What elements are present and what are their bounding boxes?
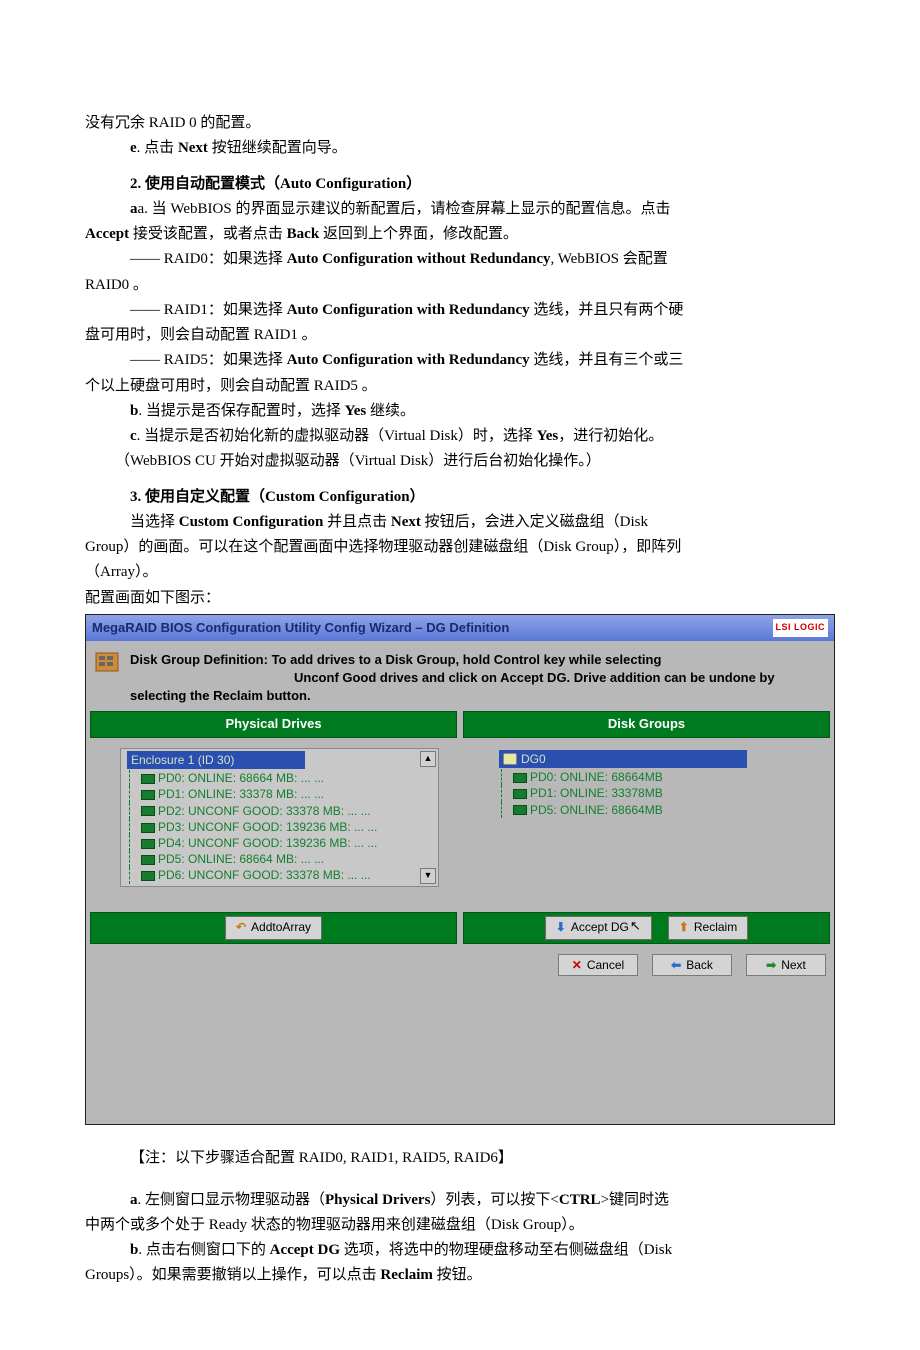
disk-icon: [513, 805, 527, 815]
phys-drive-item[interactable]: PD3: UNCONF GOOD: 139236 MB: ... ...: [127, 819, 436, 835]
body-text: b. 点击右侧窗口下的 Accept DG 选项，将选中的物理硬盘移动至右侧磁盘…: [85, 1239, 835, 1262]
panel-blank-area: [86, 984, 834, 1124]
reclaim-button[interactable]: ⬆ Reclaim: [668, 916, 748, 940]
body-text: RAID0 。: [85, 274, 835, 297]
body-text: Group）的画面。可以在这个配置画面中选择物理驱动器创建磁盘组（Disk Gr…: [85, 536, 835, 559]
disk-icon: [141, 871, 155, 881]
disk-icon: [141, 823, 155, 833]
accept-dg-button[interactable]: ⬇ Accept DG ↖: [545, 916, 652, 940]
phys-drive-item[interactable]: PD6: UNCONF GOOD: 33378 MB: ... ...: [127, 867, 436, 883]
heading-custom-config: 3. 使用自定义配置（Custom Configuration）: [85, 486, 835, 509]
window-title: MegaRAID BIOS Configuration Utility Conf…: [92, 618, 509, 638]
heading-auto-config: 2. 使用自动配置模式（Auto Configuration）: [85, 173, 835, 196]
body-text: Accept 接受该配置，或者点击 Back 返回到上个界面，修改配置。: [85, 223, 835, 246]
next-button[interactable]: ➡ Next: [746, 954, 826, 977]
body-text: 中两个或多个处于 Ready 状态的物理驱动器用来创建磁盘组（Disk Grou…: [85, 1214, 835, 1237]
phys-drive-item[interactable]: PD5: ONLINE: 68664 MB: ... ...: [127, 851, 436, 867]
body-text: 配置画面如下图示：: [85, 587, 835, 610]
arrow-down-icon: ⬇: [556, 918, 566, 937]
body-text: —— RAID5：如果选择 Auto Configuration with Re…: [85, 349, 835, 372]
body-text: a. 左侧窗口显示物理驱动器（Physical Drivers）列表，可以按下<…: [85, 1189, 835, 1212]
phys-drive-item[interactable]: PD1: ONLINE: 33378 MB: ... ...: [127, 786, 436, 802]
body-text: —— RAID1：如果选择 Auto Configuration with Re…: [85, 299, 835, 322]
body-text: e. 点击 Next 按钮继续配置向导。: [85, 137, 835, 160]
body-text: （WebBIOS CU 开始对虚拟驱动器（Virtual Disk）进行后台初始…: [85, 450, 835, 473]
disk-groups-header: Disk Groups: [463, 711, 830, 737]
body-text: 当选择 Custom Configuration 并且点击 Next 按钮后，会…: [85, 511, 835, 534]
dg-drive-item[interactable]: PD1: ONLINE: 33378MB: [499, 785, 810, 801]
body-text: Groups）。如果需要撤销以上操作，可以点击 Reclaim 按钮。: [85, 1264, 835, 1287]
scroll-up-button[interactable]: ▲: [420, 751, 436, 767]
physical-drives-tree[interactable]: ▲ Enclosure 1 (ID 30) PD0: ONLINE: 68664…: [120, 748, 439, 887]
disk-group-icon: [94, 651, 122, 675]
dg-root[interactable]: DG0: [499, 750, 747, 769]
body-text: aa. 当 WebBIOS 的界面显示建议的新配置后，请检查屏幕上显示的配置信息…: [85, 198, 835, 221]
body-text: 盘可用时，则会自动配置 RAID1 。: [85, 324, 835, 347]
arrow-up-icon: ⬆: [679, 918, 689, 937]
disk-icon: [141, 806, 155, 816]
body-text: c. 当提示是否初始化新的虚拟驱动器（Virtual Disk）时，选择 Yes…: [85, 425, 835, 448]
disk-icon: [141, 839, 155, 849]
phys-drive-item[interactable]: PD0: ONLINE: 68664 MB: ... ...: [127, 770, 436, 786]
dg-drive-item[interactable]: PD5: ONLINE: 68664MB: [499, 802, 810, 818]
disk-icon: [513, 789, 527, 799]
arrow-left-icon: ⬅: [671, 956, 681, 975]
body-text: b. 当提示是否保存配置时，选择 Yes 继续。: [85, 400, 835, 423]
disk-icon: [141, 790, 155, 800]
note-text: 【注：以下步骤适合配置 RAID0, RAID1, RAID5, RAID6】: [85, 1147, 835, 1170]
body-text: （Array）。: [85, 561, 835, 584]
disk-icon: [141, 774, 155, 784]
enclosure-root[interactable]: Enclosure 1 (ID 30): [127, 751, 305, 770]
physical-drives-header: Physical Drives: [90, 711, 457, 737]
add-to-array-button[interactable]: ↶ AddtoArray: [225, 916, 322, 940]
undo-icon: ↶: [236, 918, 246, 937]
body-text: 个以上硬盘可用时，则会自动配置 RAID5 。: [85, 375, 835, 398]
dg-folder-icon: [503, 753, 517, 765]
scroll-down-button[interactable]: ▼: [420, 868, 436, 884]
cancel-button[interactable]: ✕ Cancel: [558, 954, 638, 977]
body-text: 没有冗余 RAID 0 的配置。: [85, 112, 835, 135]
disk-icon: [141, 855, 155, 865]
arrow-right-icon: ➡: [766, 956, 776, 975]
phys-drive-item[interactable]: PD4: UNCONF GOOD: 139236 MB: ... ...: [127, 835, 436, 851]
disk-groups-tree[interactable]: DG0 PD0: ONLINE: 68664MB PD1: ONLINE: 33…: [493, 748, 812, 820]
close-icon: ✕: [572, 956, 582, 975]
dg-drive-item[interactable]: PD0: ONLINE: 68664MB: [499, 769, 810, 785]
definition-text: Disk Group Definition: To add drives to …: [130, 651, 826, 706]
lsi-logo: LSI LOGIC: [773, 619, 829, 637]
cursor-icon: ↖: [630, 916, 641, 936]
back-button[interactable]: ⬅ Back: [652, 954, 732, 977]
body-text: —— RAID0：如果选择 Auto Configuration without…: [85, 248, 835, 271]
disk-icon: [513, 773, 527, 783]
window-titlebar: MegaRAID BIOS Configuration Utility Conf…: [86, 615, 834, 641]
definition-row: Disk Group Definition: To add drives to …: [86, 641, 834, 712]
raid-config-panel: MegaRAID BIOS Configuration Utility Conf…: [85, 614, 835, 1126]
phys-drive-item[interactable]: PD2: UNCONF GOOD: 33378 MB: ... ...: [127, 803, 436, 819]
